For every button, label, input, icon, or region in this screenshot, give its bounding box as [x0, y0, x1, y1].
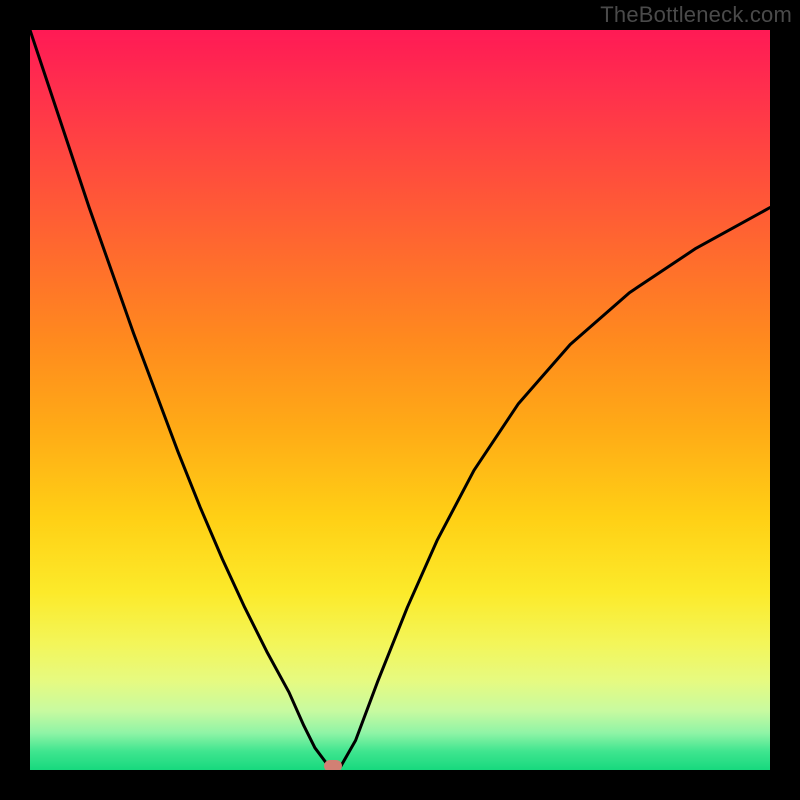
bottleneck-curve — [30, 30, 770, 770]
watermark-text: TheBottleneck.com — [600, 2, 792, 28]
optimal-point-marker — [324, 760, 342, 770]
chart-frame: TheBottleneck.com — [0, 0, 800, 800]
plot-area — [30, 30, 770, 770]
